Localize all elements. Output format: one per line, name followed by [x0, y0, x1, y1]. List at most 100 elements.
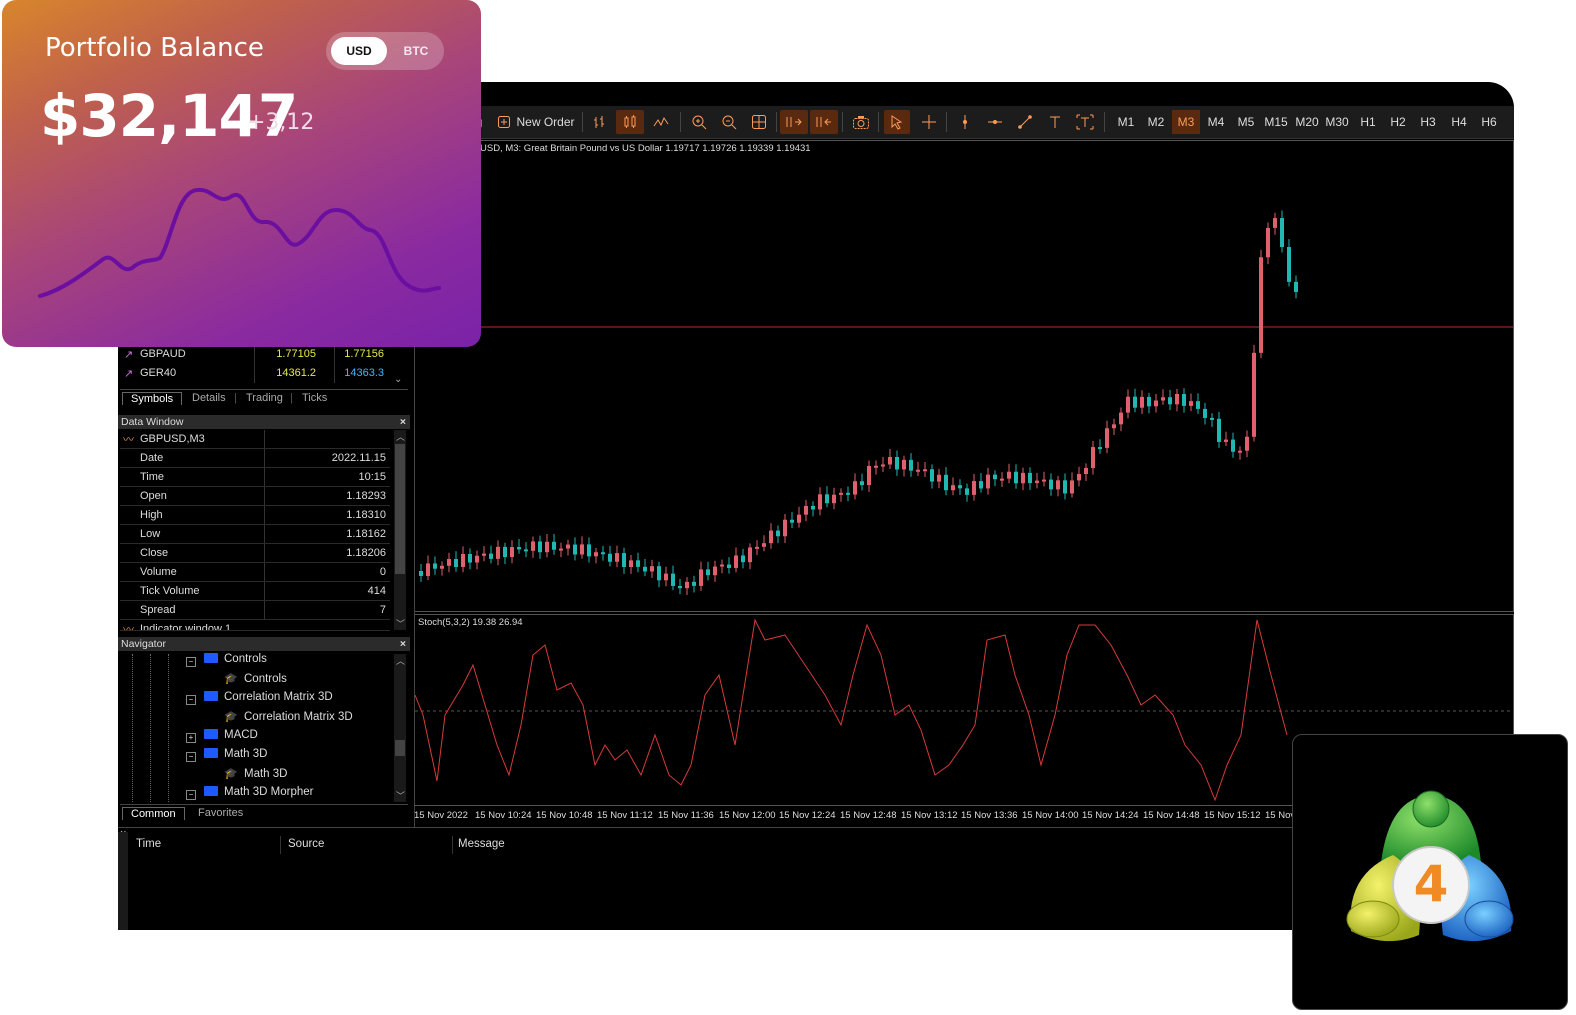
nav-item-folder[interactable]: Math 3D Morpher — [204, 786, 313, 805]
column-header-time[interactable]: Time — [136, 838, 161, 850]
candle-body — [629, 560, 633, 568]
screenshot-button[interactable] — [848, 110, 874, 134]
chevron-up-icon[interactable]: ︿ — [396, 430, 405, 443]
tab-symbols[interactable]: Symbols — [122, 392, 183, 405]
data-window-scrollbar[interactable]: ︿ ﹀ — [394, 430, 406, 630]
nav-item-program[interactable]: 🎓 Correlation Matrix 3D — [224, 710, 353, 729]
expand-icon[interactable]: + — [186, 733, 196, 743]
candle-body — [587, 544, 591, 557]
candle-body — [685, 581, 689, 589]
candle-body — [475, 555, 479, 563]
nav-item-folder[interactable]: Controls — [204, 653, 267, 672]
scroll-thumb[interactable] — [395, 740, 405, 756]
timeframe-h3[interactable]: H3 — [1414, 110, 1442, 134]
timeframe-h4[interactable]: H4 — [1445, 110, 1473, 134]
close-icon[interactable]: × — [400, 416, 406, 428]
data-window-row: Open 1.18293 — [120, 487, 390, 506]
data-value: 10:15 — [358, 471, 386, 483]
nav-item-program[interactable]: 🎓 Math 3D — [224, 767, 287, 786]
data-window-row: Close 1.18206 — [120, 544, 390, 563]
tab-favorites[interactable]: Favorites — [198, 807, 243, 819]
close-icon[interactable]: × — [400, 638, 406, 650]
column-header-message[interactable]: Message — [458, 838, 505, 850]
new-order-button[interactable]: New Order — [496, 110, 576, 134]
timeframe-h1[interactable]: H1 — [1354, 110, 1382, 134]
timeframe-m3[interactable]: M3 — [1172, 110, 1200, 134]
timeframe-m1[interactable]: M1 — [1112, 110, 1140, 134]
new-order-label: New Order — [516, 115, 575, 129]
cursor-button[interactable] — [884, 110, 910, 134]
timeframe-m20[interactable]: M20 — [1293, 110, 1321, 134]
bar-chart-button[interactable] — [588, 110, 612, 134]
zoom-out-button[interactable] — [716, 110, 742, 134]
chevron-down-icon[interactable]: ﹀ — [396, 789, 405, 802]
data-window-row: High 1.18310 — [120, 506, 390, 525]
time-label: 15 Nov 13:12 — [901, 810, 958, 821]
navigator-scrollbar[interactable]: ︿ ﹀ — [394, 654, 406, 802]
candle-body — [594, 552, 598, 557]
candle-body — [678, 585, 682, 589]
data-window-row: Volume 0 — [120, 563, 390, 582]
chart-shift-button[interactable] — [810, 110, 838, 134]
collapse-icon[interactable]: − — [186, 790, 196, 800]
navigator-title: Navigator — [121, 638, 166, 650]
data-key: Date — [140, 452, 164, 464]
vertical-line-button[interactable] — [952, 110, 978, 134]
data-value: 1.18310 — [346, 509, 386, 521]
candle-body — [825, 494, 829, 504]
timeframe-m15[interactable]: M15 — [1262, 110, 1290, 134]
market-watch-row[interactable]: ↗ GER40 14361.2 14363.3 — [120, 364, 408, 383]
scroll-down-icon[interactable]: ⌄ — [394, 374, 402, 385]
crosshair-button[interactable] — [916, 110, 942, 134]
data-key: Open — [140, 490, 167, 502]
candle-body — [832, 494, 836, 504]
timeframe-h6[interactable]: H6 — [1475, 110, 1503, 134]
candle-body — [671, 573, 675, 586]
collapse-icon[interactable]: − — [186, 752, 196, 762]
tab-common[interactable]: Common — [122, 807, 185, 820]
data-key: Close — [140, 547, 169, 559]
price-chart[interactable] — [414, 140, 1514, 612]
data-window-title: Data Window — [121, 416, 184, 428]
scroll-thumb[interactable] — [395, 444, 405, 574]
timeframe-m5[interactable]: M5 — [1232, 110, 1260, 134]
text-button[interactable] — [1042, 110, 1068, 134]
screenshot-icon — [852, 114, 870, 130]
zoom-in-button[interactable] — [686, 110, 712, 134]
nav-item-folder[interactable]: MACD — [204, 729, 258, 748]
timeframe-m4[interactable]: M4 — [1202, 110, 1230, 134]
nav-item-program[interactable]: 🎓 Controls — [224, 672, 287, 691]
line-chart-button[interactable] — [648, 110, 674, 134]
timeframe-h2[interactable]: H2 — [1384, 110, 1412, 134]
trendline-button[interactable] — [1012, 110, 1038, 134]
chevron-up-icon[interactable]: ︿ — [396, 654, 405, 667]
collapse-icon[interactable]: − — [186, 657, 196, 667]
nav-item-label: Controls — [244, 673, 287, 685]
grid-button[interactable] — [746, 110, 772, 134]
candle-body — [454, 559, 458, 567]
candle-body — [1091, 447, 1095, 468]
candle-body — [440, 565, 444, 569]
tab-trading[interactable]: Trading — [246, 392, 283, 404]
nav-item-folder[interactable]: Math 3D — [204, 748, 267, 767]
nav-item-folder[interactable]: Correlation Matrix 3D — [204, 691, 333, 710]
text-label-button[interactable] — [1072, 110, 1098, 134]
candlestick-button[interactable] — [616, 110, 644, 134]
tab-ticks[interactable]: Ticks — [302, 392, 327, 404]
market-watch-row[interactable]: ↗ GBPAUD 1.77105 1.77156 — [120, 345, 408, 364]
tab-details[interactable]: Details — [192, 392, 226, 404]
candle-body — [1077, 473, 1081, 481]
column-header-source[interactable]: Source — [288, 838, 324, 850]
collapse-icon[interactable]: − — [186, 695, 196, 705]
nav-item-label: Math 3D — [224, 748, 268, 760]
timeframe-m30[interactable]: M30 — [1323, 110, 1351, 134]
data-window-row: Date 2022.11.15 — [120, 449, 390, 468]
autoscroll-button[interactable] — [780, 110, 808, 134]
bar-chart-icon — [592, 114, 608, 130]
timeframe-m2[interactable]: M2 — [1142, 110, 1170, 134]
stochastic-main-line — [415, 618, 1288, 802]
chevron-down-icon[interactable]: ﹀ — [396, 617, 405, 630]
candle-body — [1217, 418, 1221, 442]
column-divider — [264, 525, 265, 543]
horizontal-line-button[interactable] — [982, 110, 1008, 134]
